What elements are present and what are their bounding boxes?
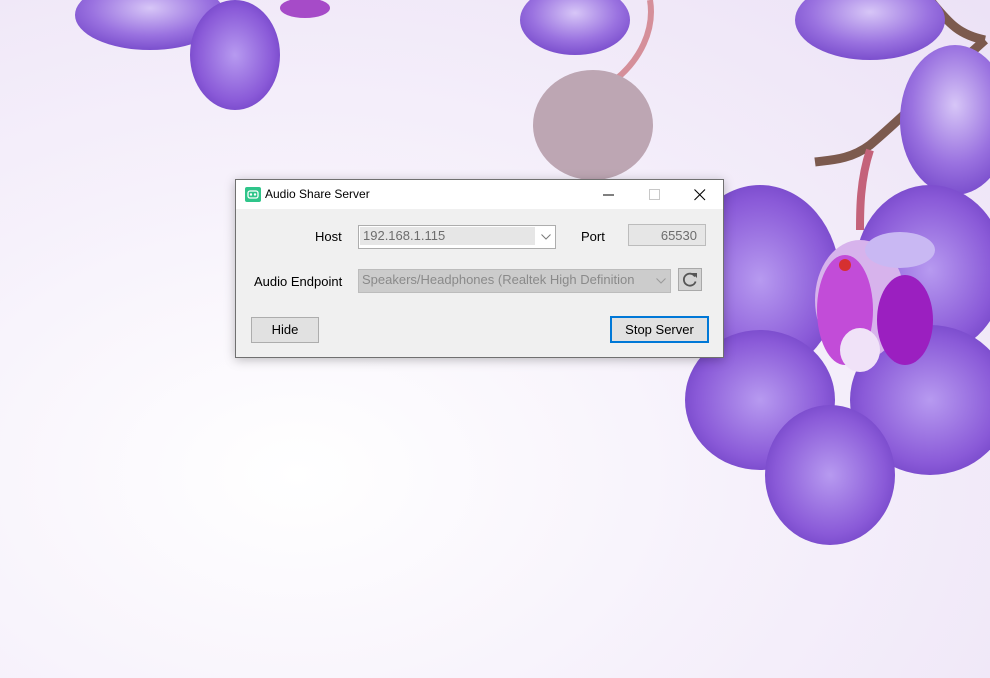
audio-share-icon: [245, 187, 261, 202]
port-label: Port: [581, 229, 605, 244]
refresh-button[interactable]: [678, 268, 702, 291]
refresh-icon: [683, 272, 697, 287]
close-button[interactable]: [677, 180, 723, 209]
close-icon: [694, 189, 706, 201]
desktop: Audio Share Server Host 192.168.1.115 Po…: [0, 0, 990, 678]
audio-endpoint-label: Audio Endpoint: [254, 274, 343, 289]
stop-server-button[interactable]: Stop Server: [610, 316, 709, 343]
window-title: Audio Share Server: [265, 187, 370, 201]
host-label: Host: [315, 229, 342, 244]
port-field[interactable]: 65530: [628, 224, 706, 246]
maximize-icon: [649, 189, 660, 200]
title-bar[interactable]: Audio Share Server: [236, 180, 723, 209]
hide-button[interactable]: Hide: [251, 317, 319, 343]
host-select[interactable]: 192.168.1.115: [358, 225, 556, 249]
maximize-button[interactable]: [632, 180, 678, 209]
minimize-button[interactable]: [586, 180, 632, 209]
chevron-down-icon: [541, 234, 551, 240]
minimize-icon: [603, 194, 614, 196]
audio-endpoint-value: Speakers/Headphones (Realtek High Defini…: [362, 272, 635, 287]
audio-share-window: Audio Share Server Host 192.168.1.115 Po…: [235, 179, 724, 358]
chevron-down-icon: [656, 278, 666, 284]
host-select-value: 192.168.1.115: [360, 227, 535, 245]
audio-endpoint-select[interactable]: Speakers/Headphones (Realtek High Defini…: [358, 269, 671, 293]
